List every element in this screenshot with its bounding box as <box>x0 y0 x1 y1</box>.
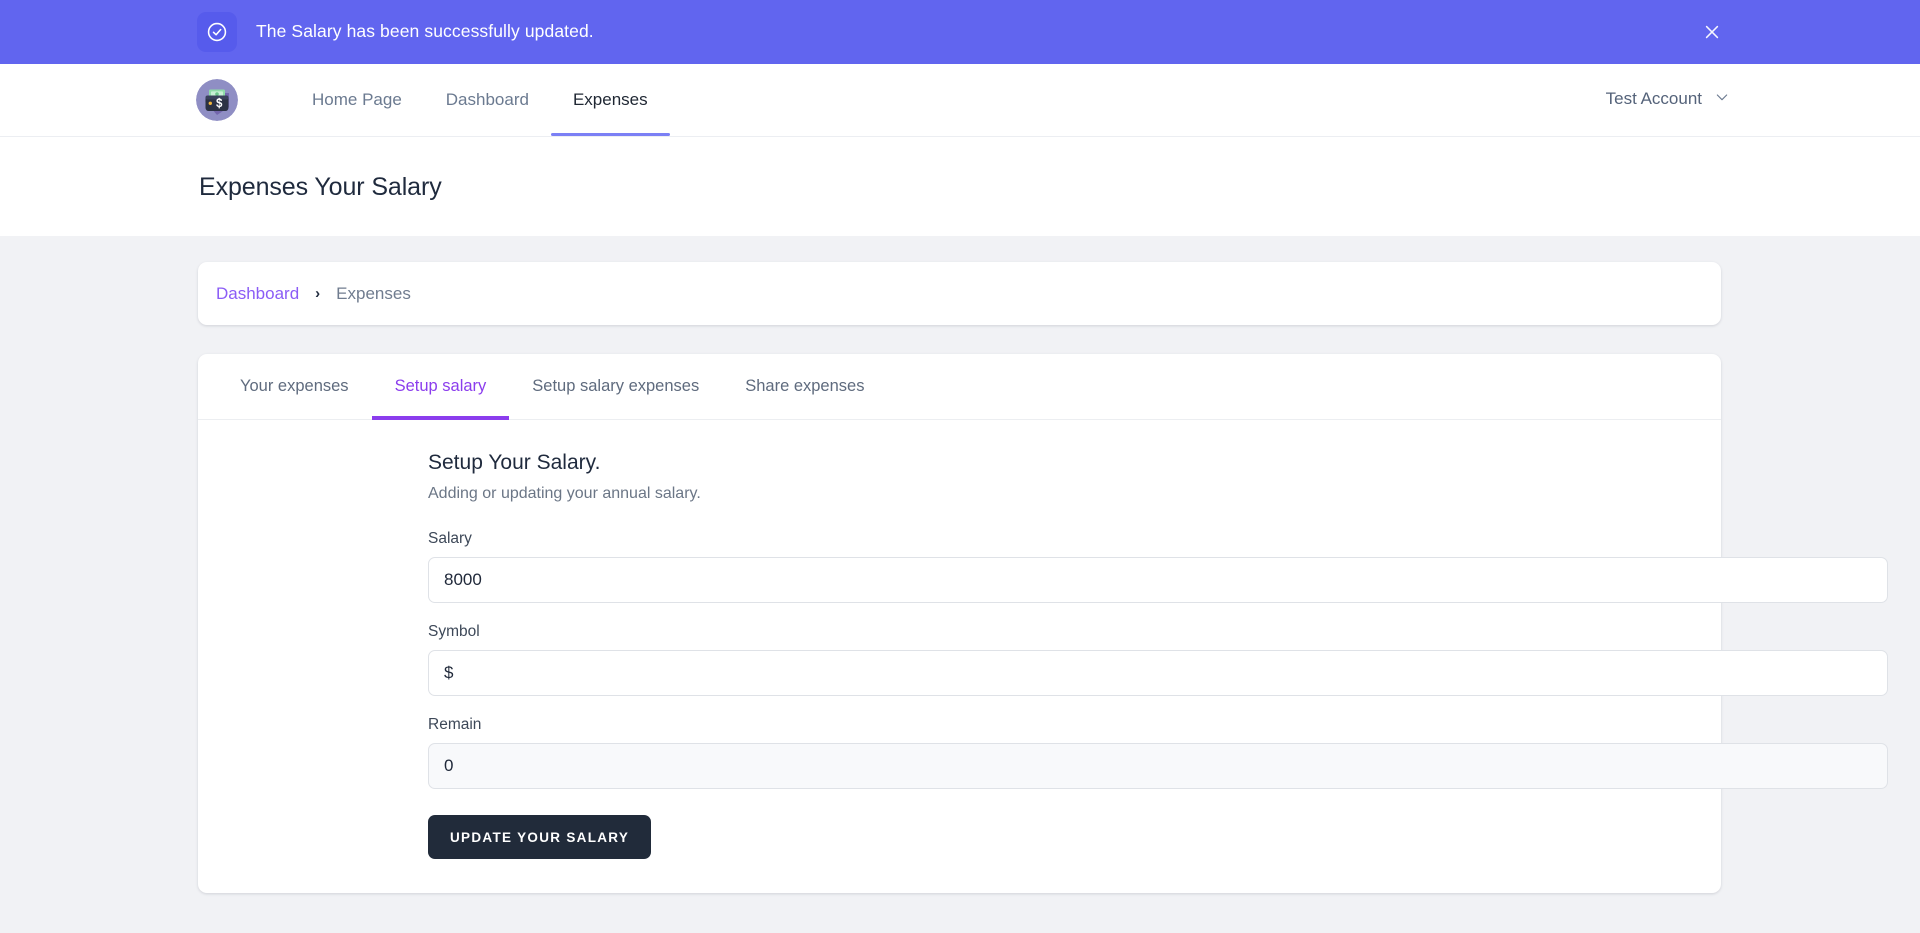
nav-link-label: Expenses <box>572 90 648 109</box>
brand-logo-link[interactable]: $ <box>196 64 238 136</box>
chevron-down-icon <box>1714 89 1730 110</box>
breadcrumb-item-dashboard[interactable]: Dashboard <box>216 284 299 304</box>
nav-link-expenses[interactable]: Expenses <box>550 64 670 136</box>
tab-label: Your expenses <box>240 377 349 395</box>
field-remain: Remain <box>428 716 1888 789</box>
breadcrumb-item-expenses: Expenses <box>336 283 411 303</box>
form-heading: Setup Your Salary. <box>428 451 601 474</box>
check-circle-icon <box>197 12 237 52</box>
tab-your-expenses[interactable]: Your expenses <box>217 354 372 419</box>
top-navigation-bar: $ Home Page Dashboard Expenses Test Acco… <box>0 64 1920 136</box>
breadcrumb-separator-icon: › <box>315 285 321 302</box>
field-salary: Salary <box>428 530 1888 603</box>
svg-text:$: $ <box>216 98 223 110</box>
field-symbol: Symbol <box>428 623 1888 696</box>
remain-input[interactable] <box>428 743 1888 789</box>
field-label-remain: Remain <box>428 716 482 733</box>
expenses-panel: Your expenses Setup salary Setup salary … <box>198 354 1888 893</box>
account-menu[interactable]: Test Account <box>1606 64 1730 136</box>
money-wallet-logo-icon: $ <box>196 79 238 121</box>
tab-setup-salary-expenses[interactable]: Setup salary expenses <box>509 354 722 419</box>
notification-banner: The Salary has been successfully updated… <box>0 0 1920 64</box>
page-title: Expenses Your Salary <box>199 173 442 201</box>
nav-links: Home Page Dashboard Expenses <box>290 64 670 136</box>
nav-link-label: Home Page <box>312 90 402 109</box>
notification-message: The Salary has been successfully updated… <box>256 21 594 42</box>
nav-link-dashboard[interactable]: Dashboard <box>424 64 551 136</box>
main-content: Dashboard › Expenses Your expenses Setup… <box>0 236 1920 893</box>
tab-label: Share expenses <box>745 377 865 395</box>
tab-label: Setup salary expenses <box>532 377 700 395</box>
nav-link-home-page[interactable]: Home Page <box>290 64 424 136</box>
update-your-salary-button[interactable]: UPDATE YOUR SALARY <box>428 815 652 859</box>
tab-share-expenses[interactable]: Share expenses <box>722 354 887 419</box>
nav-link-label: Dashboard <box>445 90 529 109</box>
tab-label: Setup salary <box>394 377 487 395</box>
field-label-symbol: Symbol <box>428 623 480 640</box>
panel-tabs: Your expenses Setup salary Setup salary … <box>198 354 1721 420</box>
breadcrumb: Dashboard › Expenses <box>198 262 1721 325</box>
form-subtitle: Adding or updating your annual salary. <box>428 485 701 502</box>
account-name: Test Account <box>1605 89 1702 108</box>
tab-setup-salary[interactable]: Setup salary <box>371 354 510 420</box>
salary-input[interactable] <box>428 557 1888 603</box>
close-icon[interactable] <box>1699 19 1725 45</box>
page-title-strip: Expenses Your Salary <box>0 136 1920 236</box>
field-label-salary: Salary <box>428 530 472 547</box>
setup-salary-form: Setup Your Salary. Adding or updating yo… <box>198 420 1888 893</box>
symbol-input[interactable] <box>428 650 1888 696</box>
